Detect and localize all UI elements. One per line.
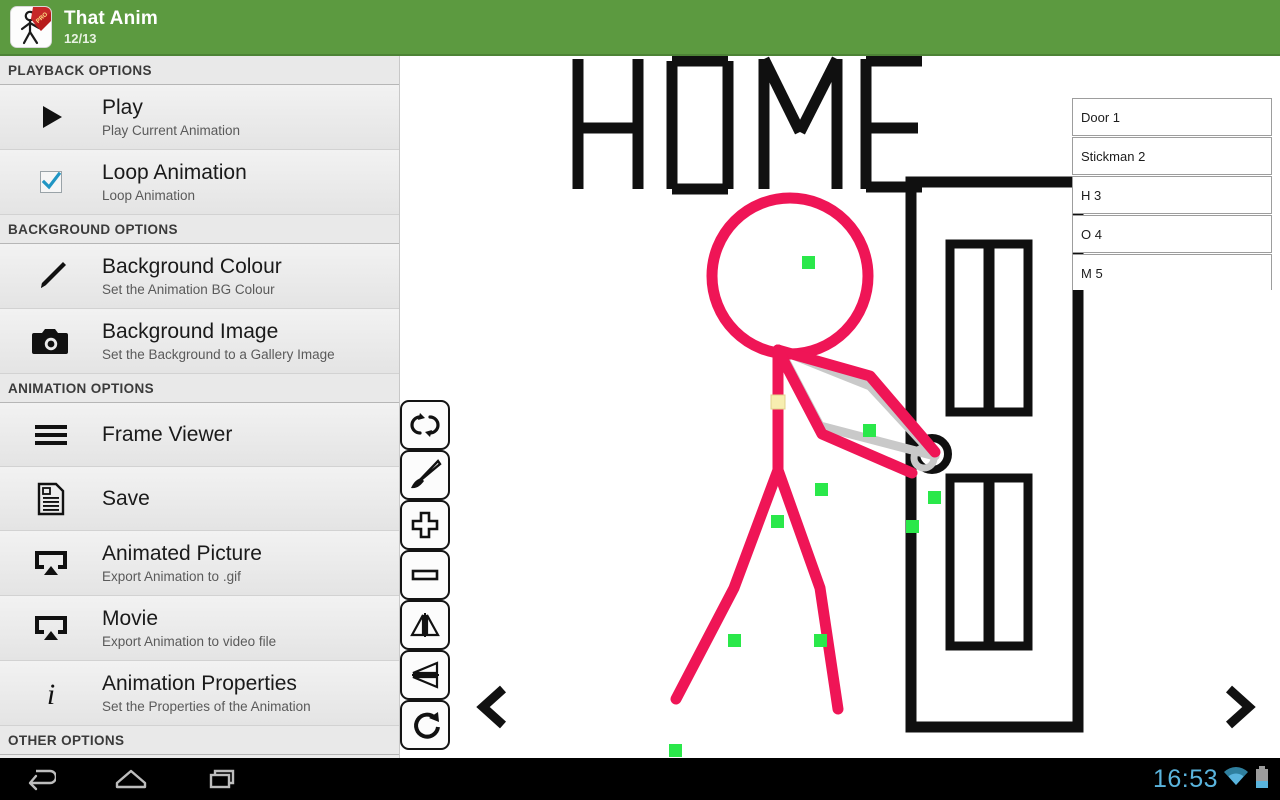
play-icon [0, 102, 102, 132]
document-icon [0, 482, 102, 516]
menu-item-loop-animation[interactable]: Loop Animation Loop Animation [0, 150, 399, 215]
menu-item-title: Loop Animation [102, 161, 247, 185]
home-icon[interactable] [114, 766, 148, 792]
home-text-drawing [572, 56, 922, 195]
recents-icon[interactable] [206, 766, 240, 792]
stickman-drawing [670, 192, 941, 715]
menu-item-body: Background Colour Set the Animation BG C… [102, 255, 282, 297]
undo-redo-icon[interactable] [400, 400, 450, 450]
svg-text:i: i [47, 678, 55, 710]
prev-frame-button[interactable] [466, 680, 524, 738]
menu-item-body: Play Play Current Animation [102, 96, 240, 138]
info-icon: i [0, 676, 102, 710]
section-header-other: OTHER OPTIONS [0, 726, 399, 755]
header-text-group: That Anim 12/13 [64, 9, 158, 45]
menu-item-animated-picture[interactable]: Animated Picture Export Animation to .gi… [0, 531, 399, 596]
menu-item-body: Movie Export Animation to video file [102, 607, 276, 649]
app-root: PRO That Anim 12/13 PLAYBACK OPTIONS Pla… [0, 0, 1280, 800]
next-frame-button[interactable] [1208, 680, 1266, 738]
menu-item-title: Animation Properties [102, 672, 297, 696]
menu-item-subtitle: Export Animation to .gif [102, 568, 241, 584]
section-header-playback: PLAYBACK OPTIONS [0, 56, 399, 85]
menu-item-title: Animated Picture [102, 542, 262, 566]
joint-neck-selected [770, 394, 786, 410]
flip-horizontal-icon[interactable] [400, 600, 450, 650]
camera-icon [0, 326, 102, 356]
list-item[interactable]: O 4 [1072, 215, 1272, 253]
section-header-background: BACKGROUND OPTIONS [0, 215, 399, 244]
battery-icon [1254, 765, 1270, 794]
brush-tool-icon[interactable] [400, 450, 450, 500]
menu-item-title: Background Image [102, 320, 279, 344]
joint-left-knee [728, 634, 741, 647]
system-navigation-bar: 16:53 [0, 758, 1280, 800]
menu-item-body: Animated Picture Export Animation to .gi… [102, 542, 262, 584]
menu-item-title: Save [102, 486, 150, 510]
joint-head-top [802, 256, 815, 269]
menu-item-body: Loop Animation Loop Animation [102, 161, 247, 203]
menu-item-background-colour[interactable]: Background Colour Set the Animation BG C… [0, 244, 399, 309]
menu-item-subtitle: Play Current Animation [102, 122, 241, 138]
menu-item-subtitle: Export Animation to video file [102, 633, 277, 649]
system-nav-group [22, 766, 240, 792]
joint-right-knee [814, 634, 827, 647]
list-item[interactable]: Door 1 [1072, 98, 1272, 136]
brush-icon [0, 258, 102, 294]
chevron-right-icon [1217, 684, 1257, 735]
menu-item-body: Save [102, 487, 150, 511]
stickman-joints[interactable] [669, 256, 941, 758]
menu-item-save[interactable]: Save [0, 467, 399, 531]
plus-icon[interactable] [400, 500, 450, 550]
menu-item-body: Frame Viewer [102, 423, 232, 447]
stickman-pro-icon[interactable]: PRO [10, 6, 52, 48]
flip-vertical-icon[interactable] [400, 650, 450, 700]
menu-item-frame-viewer[interactable]: Frame Viewer [0, 403, 399, 467]
menu-item-movie[interactable]: Movie Export Animation to video file [0, 596, 399, 661]
joint-hip [771, 515, 784, 528]
screencast-icon [0, 549, 102, 577]
rotate-icon[interactable] [400, 700, 450, 750]
system-status-group: 16:53 [1153, 765, 1270, 794]
options-sidebar[interactable]: PLAYBACK OPTIONS Play Play Current Anima… [0, 56, 400, 758]
chevron-left-icon [475, 684, 515, 735]
section-header-animation: ANIMATION OPTIONS [0, 374, 399, 403]
joint-left-elbow [815, 483, 828, 496]
menu-item-body: Animation Properties Set the Properties … [102, 672, 311, 714]
list-item[interactable]: M 5 [1072, 254, 1272, 290]
tool-strip[interactable] [400, 400, 452, 750]
menu-item-title: Movie [102, 607, 159, 631]
menu-item-play[interactable]: Play Play Current Animation [0, 85, 399, 150]
page-title: That Anim [64, 8, 158, 29]
checkbox-icon[interactable] [0, 171, 102, 193]
back-icon[interactable] [22, 766, 56, 792]
joint-left-foot [669, 744, 682, 757]
hamburger-icon [0, 424, 102, 446]
status-clock: 16:53 [1152, 764, 1218, 793]
menu-item-title: Play [102, 96, 143, 120]
app-header: PRO That Anim 12/13 [0, 0, 1280, 56]
menu-item-background-image[interactable]: Background Image Set the Background to a… [0, 309, 399, 374]
joint-right-hand [928, 491, 941, 504]
minus-icon[interactable] [400, 550, 450, 600]
list-item[interactable]: H 3 [1072, 176, 1272, 214]
joint-right-elbow [863, 424, 876, 437]
menu-item-subtitle: Set the Animation BG Colour [102, 281, 275, 297]
menu-item-subtitle: Set the Background to a Gallery Image [102, 346, 335, 362]
menu-item-subtitle: Set the Properties of the Animation [102, 698, 311, 714]
frame-counter: 12/13 [64, 31, 97, 46]
menu-item-body: Background Image Set the Background to a… [102, 320, 335, 362]
menu-item-title: Background Colour [102, 255, 282, 279]
list-item[interactable]: Stickman 2 [1072, 137, 1272, 175]
joint-left-hand [906, 520, 919, 533]
screencast-icon [0, 614, 102, 642]
menu-item-title: Frame Viewer [102, 422, 233, 446]
layer-list[interactable]: Door 1 Stickman 2 H 3 O 4 M 5 [1072, 98, 1272, 290]
menu-item-subtitle: Loop Animation [102, 187, 196, 203]
wifi-icon [1223, 766, 1249, 793]
menu-item-animation-properties[interactable]: i Animation Properties Set the Propertie… [0, 661, 399, 726]
